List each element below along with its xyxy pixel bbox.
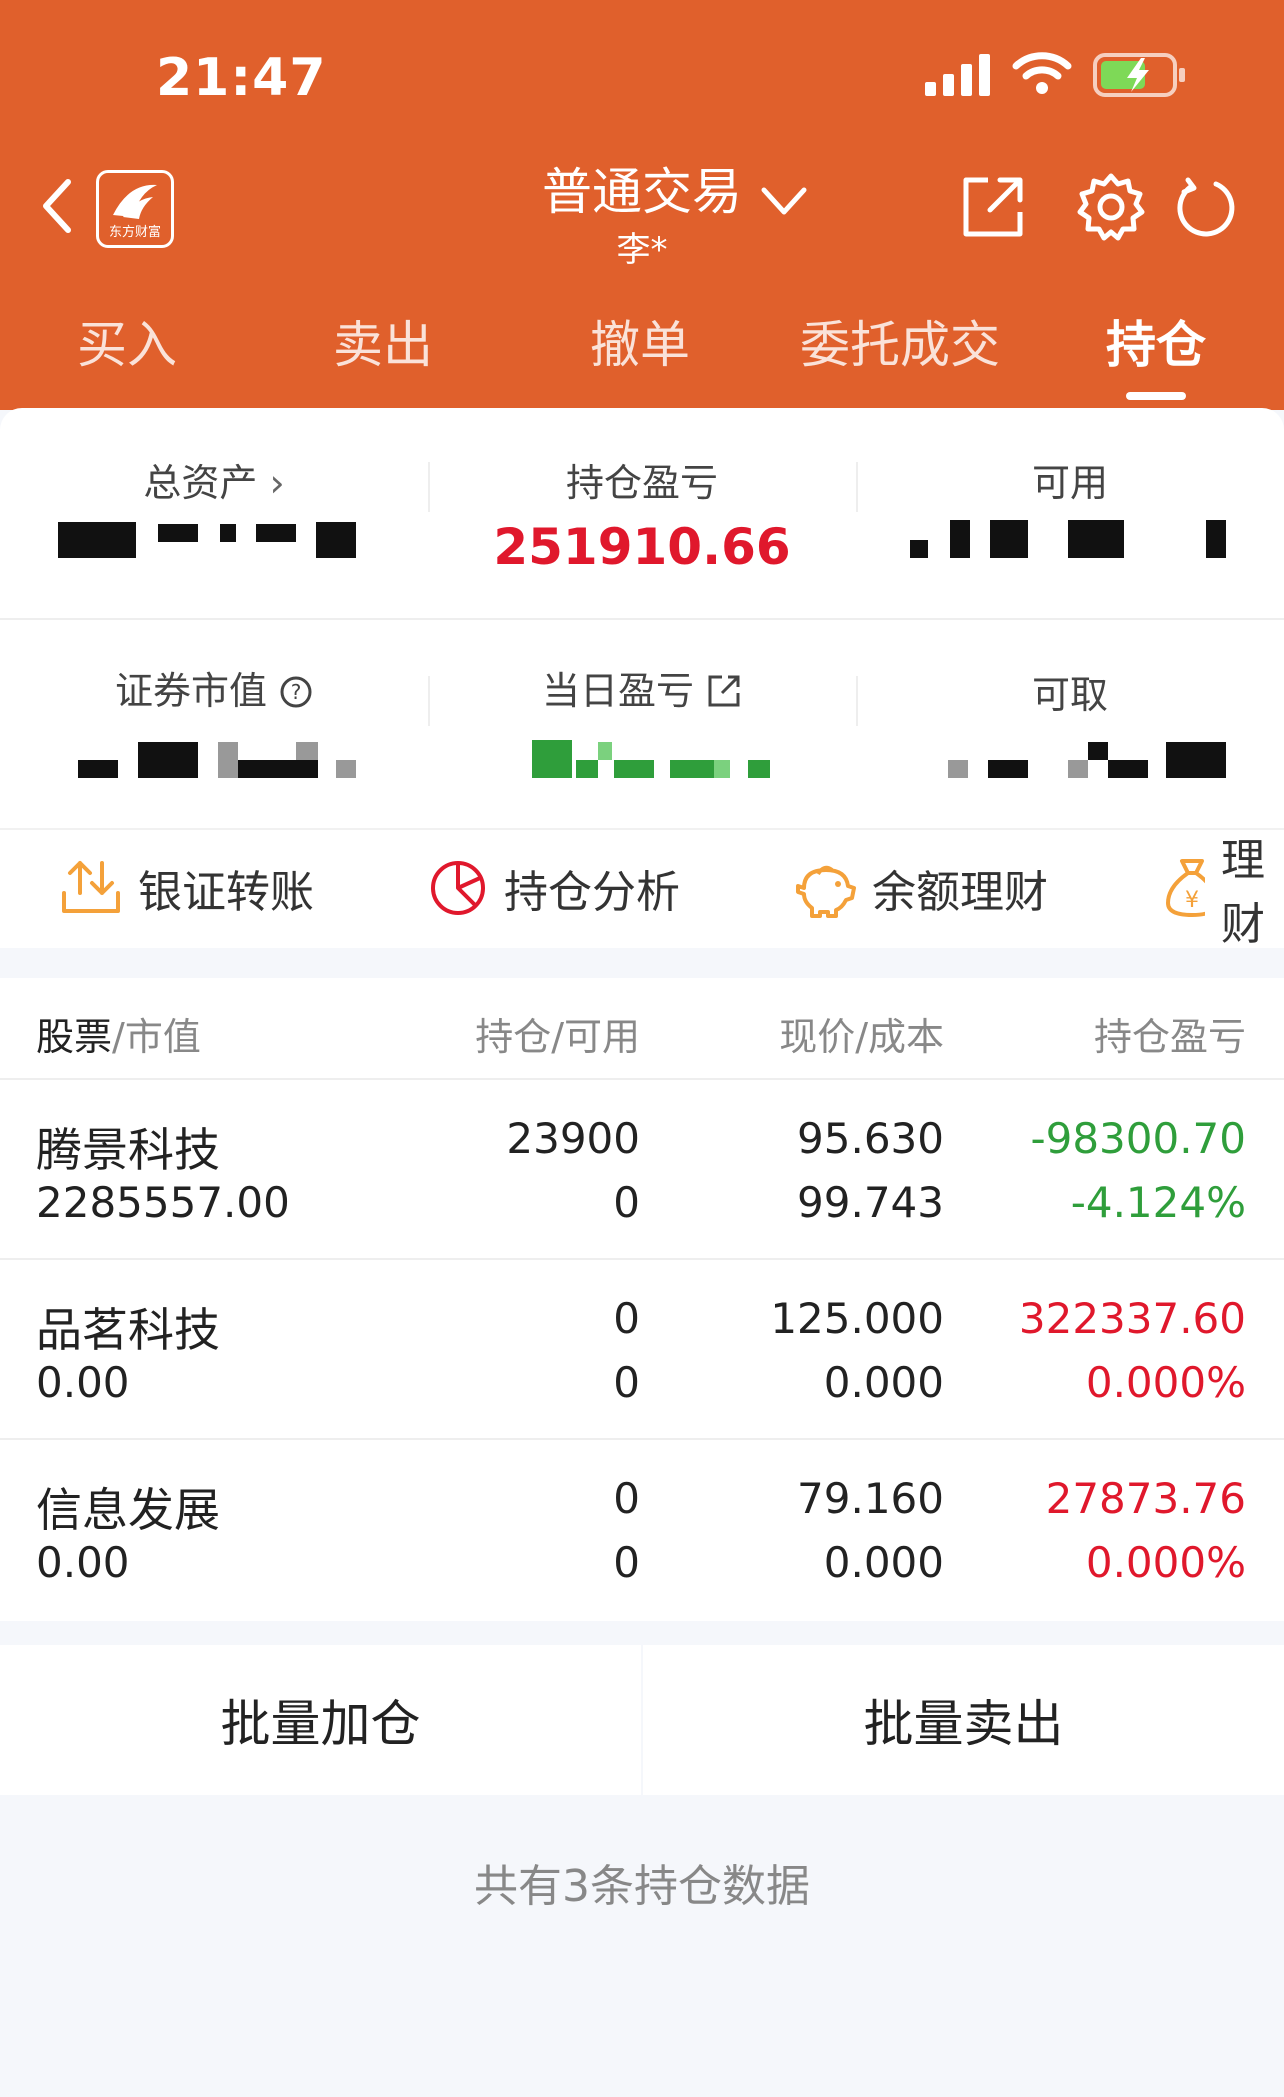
pnl-percent: 0.000% — [1085, 1538, 1246, 1587]
batch-sell-button[interactable]: 批量卖出 — [643, 1645, 1284, 1795]
tab-positions[interactable]: 持仓 — [1076, 305, 1236, 377]
refresh-icon[interactable] — [1174, 176, 1238, 240]
quick-action-analysis[interactable]: 持仓分析 — [428, 828, 680, 948]
tab-orders[interactable]: 委托成交 — [780, 305, 1020, 377]
daily-pnl-label[interactable]: 当日盈亏 — [428, 660, 856, 715]
current-price: 125.000 — [770, 1294, 944, 1343]
pnl-percent: 0.000% — [1085, 1358, 1246, 1407]
stock-name: 信息发展 — [36, 1483, 220, 1537]
money-bag-icon: ¥ — [1166, 859, 1205, 917]
help-icon[interactable]: ? — [279, 675, 313, 709]
quick-action-balance-finance[interactable]: 余额理财 — [794, 828, 1048, 948]
holding-qty: 0 — [613, 1294, 640, 1343]
svg-text:¥: ¥ — [1185, 888, 1199, 913]
stock-name: 腾景科技 — [36, 1123, 220, 1177]
pnl-amount: -98300.70 — [1030, 1114, 1246, 1163]
column-header-price: 现价/成本 — [779, 1015, 944, 1059]
piggy-bank-icon — [796, 865, 856, 918]
tab-buy[interactable]: 买入 — [47, 305, 207, 377]
position-pnl-label: 持仓盈亏 — [565, 461, 718, 505]
total-assets-label[interactable]: 总资产 › — [0, 452, 428, 507]
chevron-right-icon: › — [269, 461, 285, 505]
tab-cancel[interactable]: 撤单 — [560, 305, 720, 377]
available-qty: 0 — [613, 1178, 640, 1227]
available-qty: 0 — [613, 1538, 640, 1587]
market-value-label[interactable]: 证券市值 ? — [0, 660, 428, 715]
gear-icon[interactable] — [1076, 172, 1146, 242]
status-time: 21:47 — [156, 48, 327, 108]
stock-market-value: 0.00 — [36, 1538, 130, 1587]
holding-qty: 23900 — [506, 1114, 640, 1163]
available-qty: 0 — [613, 1358, 640, 1407]
quick-action-label: 持仓分析 — [504, 867, 680, 918]
quick-action-transfer[interactable]: 银证转账 — [60, 828, 314, 948]
quick-action-label: 余额理财 — [872, 867, 1048, 918]
tab-sell[interactable]: 卖出 — [303, 305, 463, 377]
cost-price: 0.000 — [823, 1358, 944, 1407]
holding-qty: 0 — [613, 1474, 640, 1523]
position-pnl-value: 251910.66 — [493, 518, 791, 576]
pnl-percent: -4.124% — [1070, 1178, 1246, 1227]
current-price: 95.630 — [797, 1114, 944, 1163]
battery-charging-icon — [1093, 53, 1185, 97]
pie-chart-icon — [431, 861, 485, 915]
chevron-down-icon[interactable] — [760, 184, 808, 218]
batch-add-button[interactable]: 批量加仓 — [0, 1645, 641, 1795]
share-icon[interactable] — [960, 174, 1026, 240]
column-header-pnl: 持仓盈亏 — [1093, 1015, 1246, 1059]
current-price: 79.160 — [797, 1474, 944, 1523]
stock-name: 品茗科技 — [36, 1303, 220, 1357]
cost-price: 99.743 — [797, 1178, 944, 1227]
pnl-amount: 27873.76 — [1045, 1474, 1246, 1523]
stock-market-value: 2285557.00 — [36, 1178, 290, 1227]
column-header-holding: 持仓/可用 — [475, 1015, 640, 1059]
quick-action-label: 理财 — [1220, 835, 1265, 950]
holdings-count-text: 共有3条持仓数据 — [474, 1861, 810, 1912]
svg-text:?: ? — [291, 680, 302, 704]
external-link-icon[interactable] — [706, 673, 742, 709]
transfer-icon — [62, 861, 120, 913]
column-header-stock: 股票/市值 — [36, 1015, 201, 1059]
quick-action-finance[interactable]: ¥ 理财 — [1162, 828, 1284, 950]
withdrawable-label: 可取 — [1031, 673, 1108, 717]
active-tab-indicator — [1126, 392, 1186, 400]
pnl-amount: 322337.60 — [1018, 1294, 1246, 1343]
available-label: 可用 — [1031, 461, 1108, 505]
cost-price: 0.000 — [823, 1538, 944, 1587]
signal-icon — [925, 54, 990, 96]
stock-market-value: 0.00 — [36, 1358, 130, 1407]
quick-action-label: 银证转账 — [138, 867, 314, 918]
wifi-icon — [1012, 52, 1072, 94]
